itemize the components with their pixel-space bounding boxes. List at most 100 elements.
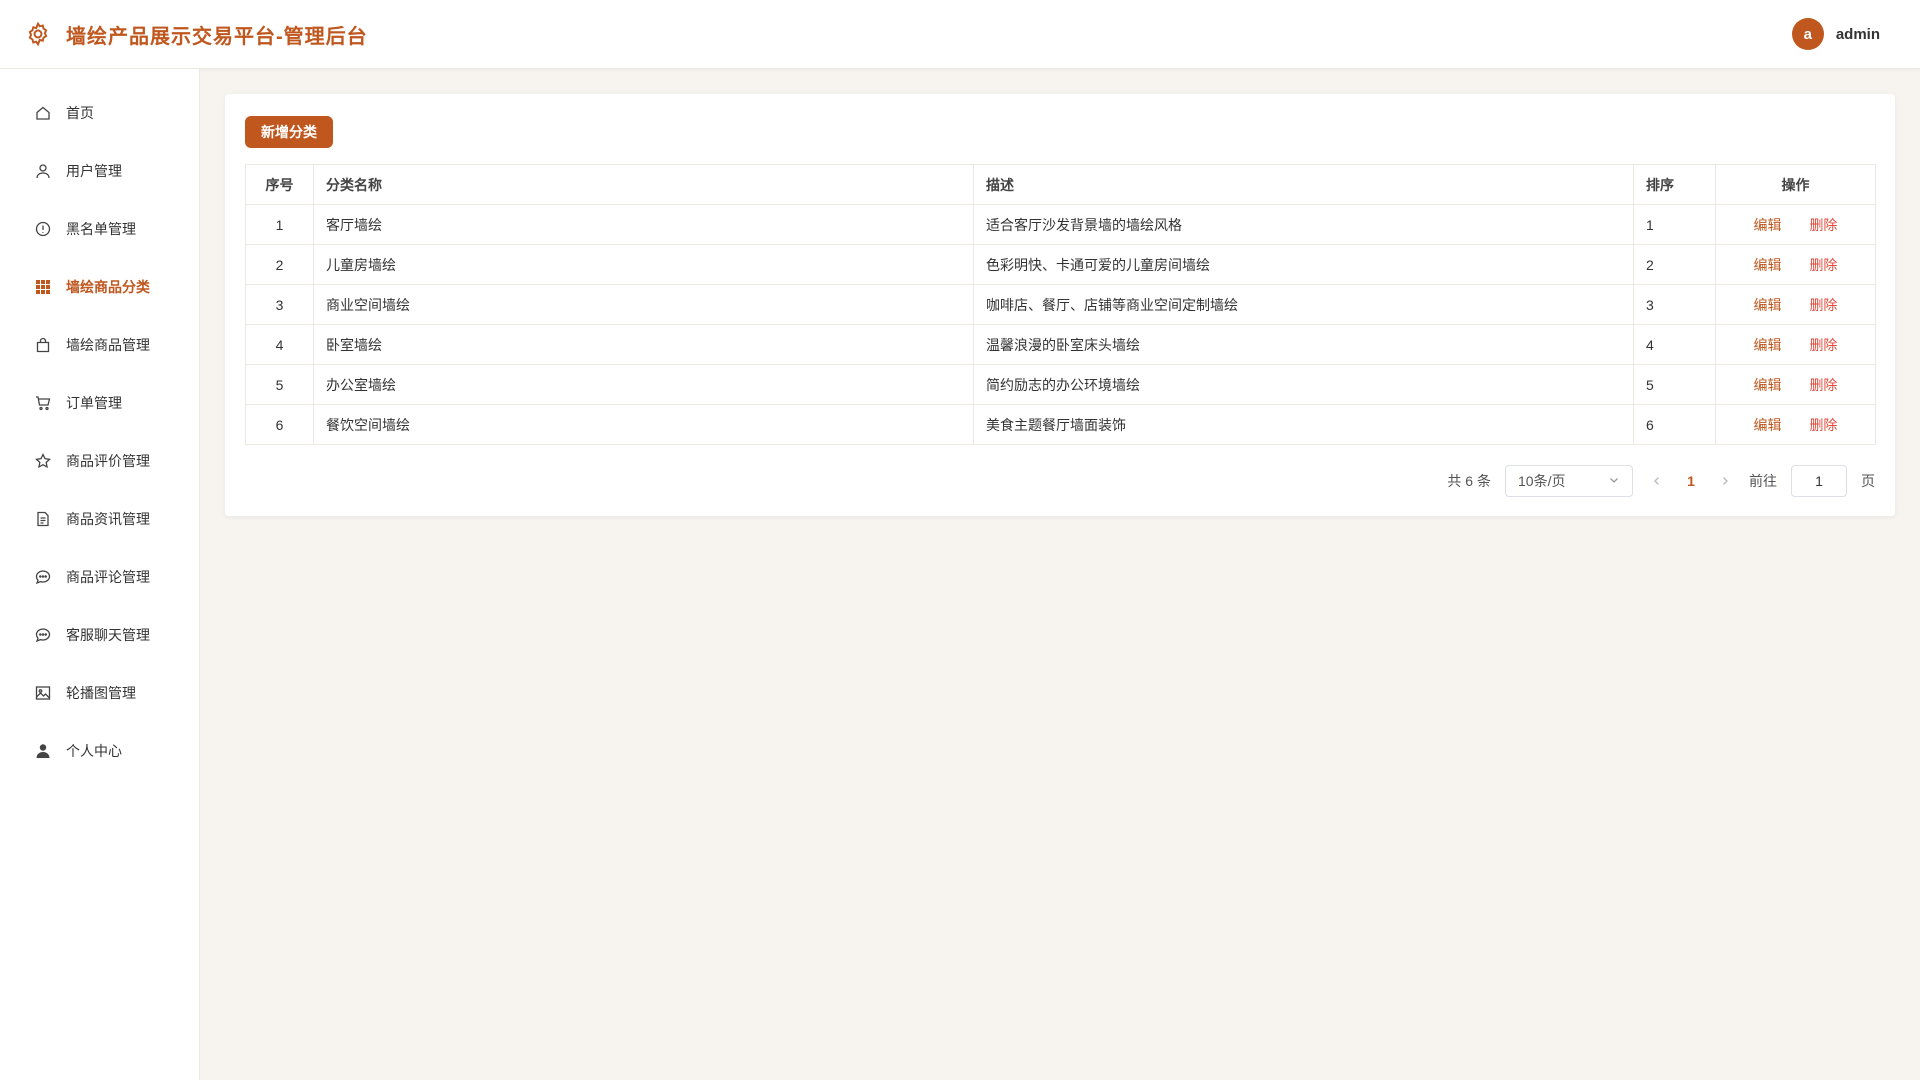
- table-row: 1 客厅墙绘 适合客厅沙发背景墙的墙绘风格 1 编辑 删除: [245, 204, 1876, 245]
- sidebar-item-label: 客服聊天管理: [66, 627, 150, 643]
- sidebar-item-label: 用户管理: [66, 163, 122, 179]
- sidebar-item-users[interactable]: 用户管理: [0, 142, 199, 200]
- cell-ops: 编辑 删除: [1715, 284, 1876, 325]
- table-row: 3 商业空间墙绘 咖啡店、餐厅、店铺等商业空间定制墙绘 3 编辑 删除: [245, 284, 1876, 325]
- cell-index: 1: [245, 204, 314, 245]
- sidebar-item-products[interactable]: 墙绘商品管理: [0, 316, 199, 374]
- edit-button[interactable]: 编辑: [1754, 337, 1782, 353]
- header-index: 序号: [245, 164, 314, 205]
- table-row: 2 儿童房墙绘 色彩明快、卡通可爱的儿童房间墙绘 2 编辑 删除: [245, 244, 1876, 285]
- sidebar-item-label: 首页: [66, 105, 94, 121]
- edit-button[interactable]: 编辑: [1754, 257, 1782, 273]
- cell-ops: 编辑 删除: [1715, 244, 1876, 285]
- user-menu[interactable]: a admin: [1791, 18, 1880, 50]
- edit-button[interactable]: 编辑: [1754, 217, 1782, 233]
- chevron-left-icon: [1654, 477, 1659, 485]
- username[interactable]: admin: [1836, 26, 1880, 43]
- star-icon: [34, 452, 52, 470]
- sidebar-item-label: 商品资讯管理: [66, 511, 150, 527]
- sidebar: 首页 用户管理 黑名单管理 墙绘商品分类 墙绘商品管理 订单管理 商品评价管理 …: [0, 69, 200, 1080]
- cell-name: 办公室墙绘: [313, 364, 974, 405]
- delete-button[interactable]: 删除: [1809, 257, 1837, 273]
- cell-index: 6: [245, 404, 314, 445]
- cell-ops: 编辑 删除: [1715, 204, 1876, 245]
- cell-ops: 编辑 删除: [1715, 364, 1876, 405]
- edit-button[interactable]: 编辑: [1754, 297, 1782, 313]
- cell-name: 客厅墙绘: [313, 204, 974, 245]
- cell-sort: 6: [1633, 404, 1716, 445]
- sidebar-item-label: 墙绘商品分类: [66, 279, 150, 295]
- total-count: 共 6 条: [1447, 473, 1491, 489]
- cell-name: 卧室墙绘: [313, 324, 974, 365]
- table-row: 5 办公室墙绘 简约励志的办公环境墙绘 5 编辑 删除: [245, 364, 1876, 405]
- cell-desc: 简约励志的办公环境墙绘: [973, 364, 1634, 405]
- add-category-button[interactable]: 新增分类: [245, 116, 333, 148]
- header-sort: 排序: [1633, 164, 1716, 205]
- delete-button[interactable]: 删除: [1809, 337, 1837, 353]
- pagination: 共 6 条 10条/页 1 前往 页: [245, 465, 1875, 497]
- cell-desc: 美食主题餐厅墙面装饰: [973, 404, 1634, 445]
- chat-icon: [34, 626, 52, 644]
- sidebar-item-ratings[interactable]: 商品评价管理: [0, 432, 199, 490]
- delete-button[interactable]: 删除: [1809, 417, 1837, 433]
- cell-name: 儿童房墙绘: [313, 244, 974, 285]
- edit-button[interactable]: 编辑: [1754, 377, 1782, 393]
- content-card: 新增分类 序号 分类名称 描述 排序 操作 1 客厅墙绘 适合客厅沙发背景墙的墙…: [225, 94, 1895, 516]
- sidebar-item-label: 订单管理: [66, 395, 122, 411]
- prev-page-button[interactable]: [1647, 473, 1667, 489]
- home-icon: [34, 104, 52, 122]
- sidebar-item-label: 黑名单管理: [66, 221, 136, 237]
- sidebar-item-label: 商品评价管理: [66, 453, 150, 469]
- goto-page-input[interactable]: [1791, 465, 1847, 497]
- category-table: 序号 分类名称 描述 排序 操作 1 客厅墙绘 适合客厅沙发背景墙的墙绘风格 1…: [245, 164, 1876, 445]
- image-icon: [34, 684, 52, 702]
- sidebar-item-chat[interactable]: 客服聊天管理: [0, 606, 199, 664]
- sidebar-item-carousel[interactable]: 轮播图管理: [0, 664, 199, 722]
- sidebar-item-label: 商品评论管理: [66, 569, 150, 585]
- cell-sort: 4: [1633, 324, 1716, 365]
- table-row: 6 餐饮空间墙绘 美食主题餐厅墙面装饰 6 编辑 删除: [245, 404, 1876, 445]
- cell-desc: 温馨浪漫的卧室床头墙绘: [973, 324, 1634, 365]
- chat-icon: [34, 568, 52, 586]
- page-unit-label: 页: [1861, 473, 1875, 489]
- table-header-row: 序号 分类名称 描述 排序 操作: [245, 164, 1876, 205]
- cell-index: 2: [245, 244, 314, 285]
- cart-icon: [34, 394, 52, 412]
- brand: 墙绘产品展示交易平台-管理后台: [24, 20, 368, 49]
- sidebar-item-orders[interactable]: 订单管理: [0, 374, 199, 432]
- avatar[interactable]: a: [1791, 18, 1824, 50]
- cell-desc: 咖啡店、餐厅、店铺等商业空间定制墙绘: [973, 284, 1634, 325]
- cell-desc: 适合客厅沙发背景墙的墙绘风格: [973, 204, 1634, 245]
- gear-icon: [24, 20, 52, 48]
- cell-sort: 5: [1633, 364, 1716, 405]
- cell-sort: 2: [1633, 244, 1716, 285]
- delete-button[interactable]: 删除: [1809, 377, 1837, 393]
- user-icon: [34, 162, 52, 180]
- sidebar-item-profile[interactable]: 个人中心: [0, 722, 199, 780]
- cell-index: 3: [245, 284, 314, 325]
- cell-name: 商业空间墙绘: [313, 284, 974, 325]
- next-page-button[interactable]: [1715, 473, 1735, 489]
- page-size-select[interactable]: 10条/页: [1505, 465, 1633, 497]
- alert-circle-icon: [34, 220, 52, 238]
- sidebar-item-news[interactable]: 商品资讯管理: [0, 490, 199, 548]
- cell-desc: 色彩明快、卡通可爱的儿童房间墙绘: [973, 244, 1634, 285]
- page-number[interactable]: 1: [1681, 473, 1701, 489]
- edit-button[interactable]: 编辑: [1754, 417, 1782, 433]
- top-header: 墙绘产品展示交易平台-管理后台 a admin: [0, 0, 1920, 69]
- header-desc: 描述: [973, 164, 1634, 205]
- sidebar-item-comments[interactable]: 商品评论管理: [0, 548, 199, 606]
- header-ops: 操作: [1715, 164, 1876, 205]
- cell-ops: 编辑 删除: [1715, 324, 1876, 365]
- sidebar-item-home[interactable]: 首页: [0, 84, 199, 142]
- delete-button[interactable]: 删除: [1809, 297, 1837, 313]
- sidebar-item-category[interactable]: 墙绘商品分类: [0, 258, 199, 316]
- sidebar-item-blacklist[interactable]: 黑名单管理: [0, 200, 199, 258]
- cell-index: 5: [245, 364, 314, 405]
- person-icon: [34, 742, 52, 760]
- delete-button[interactable]: 删除: [1809, 217, 1837, 233]
- cell-sort: 1: [1633, 204, 1716, 245]
- cell-ops: 编辑 删除: [1715, 404, 1876, 445]
- document-icon: [34, 510, 52, 528]
- chevron-right-icon: [1723, 477, 1728, 485]
